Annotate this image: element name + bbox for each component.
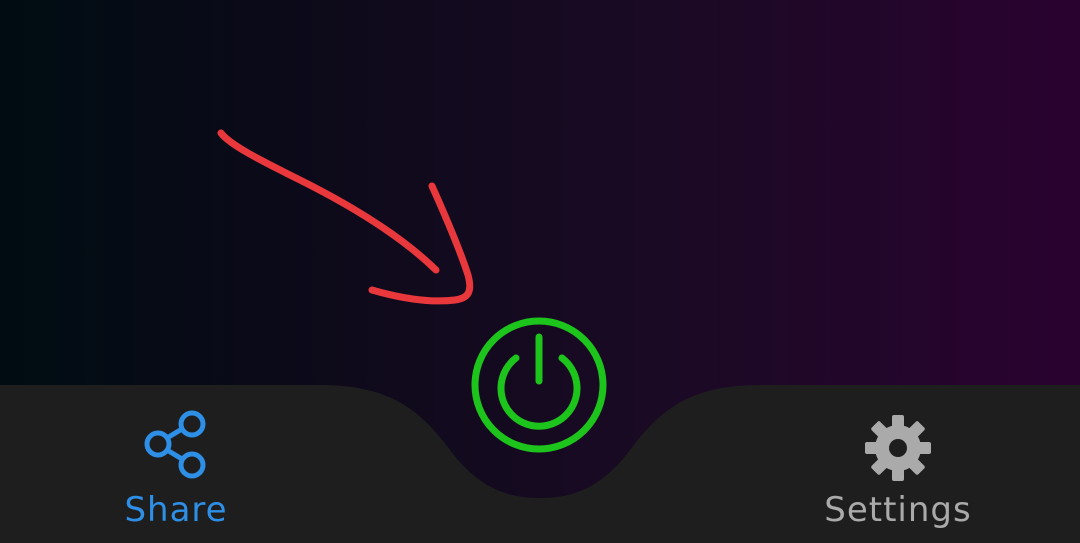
power-icon bbox=[471, 317, 607, 453]
share-button[interactable]: Share bbox=[76, 398, 276, 543]
settings-button[interactable]: Settings bbox=[798, 398, 998, 543]
settings-label: Settings bbox=[824, 490, 972, 530]
share-label: Share bbox=[124, 490, 228, 530]
gear-icon bbox=[858, 408, 938, 488]
app-screen: Share Settings bbox=[0, 0, 1080, 543]
power-button[interactable] bbox=[469, 315, 609, 455]
share-icon bbox=[136, 408, 216, 488]
